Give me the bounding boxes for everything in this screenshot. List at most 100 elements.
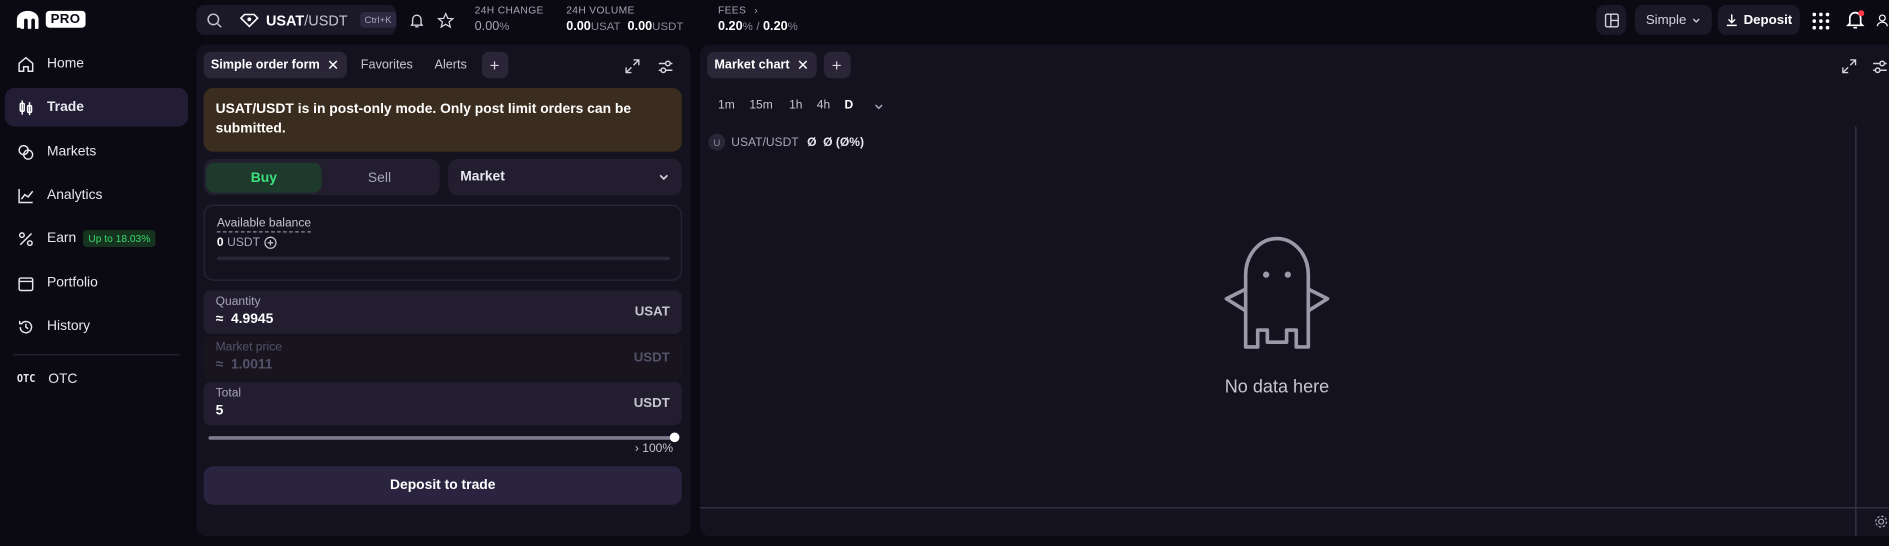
pair-name: USAT/USDT (265, 11, 348, 29)
timeframe-15m[interactable]: 15m (749, 99, 772, 112)
post-only-notice: USAT/USDT is in post-only mode. Only pos… (203, 87, 682, 152)
sell-button[interactable]: Sell (322, 163, 438, 193)
timeframe-1m[interactable]: 1m (718, 99, 735, 112)
stat-24h-volume: 24H VOLUME 0.00USAT 0.00USDT (566, 4, 683, 34)
deposit-label: Deposit (1743, 12, 1793, 28)
expand-panel-button[interactable] (622, 55, 644, 77)
tab-favorites[interactable]: Favorites (354, 52, 420, 79)
candles-icon (19, 99, 33, 115)
tab-market-chart[interactable]: Market chart ✕ (707, 51, 817, 79)
download-icon (1727, 14, 1738, 27)
quantity-field[interactable]: Quantity ≈ 4.9945 USAT (203, 290, 682, 334)
stat-value: 0.20% / 0.20% (718, 19, 798, 34)
expand-icon (625, 59, 640, 74)
empty-state-text: No data here (1224, 377, 1330, 398)
stat-value: 0.00USAT 0.00USDT (566, 19, 684, 34)
notifications-button[interactable] (1844, 8, 1866, 30)
timeframe-1h[interactable]: 1h (789, 99, 802, 112)
tab-simple-order-form[interactable]: Simple order form ✕ (203, 51, 347, 79)
apps-grid-button[interactable] (1809, 10, 1831, 32)
balance-unit: USDT (227, 236, 260, 250)
user-icon (1876, 14, 1888, 27)
chart-legend: U USAT/USDT Ø Ø (Ø%) (708, 133, 864, 151)
chart-axis-settings-button[interactable] (1873, 513, 1889, 530)
price-alert-bell-button[interactable] (406, 10, 428, 32)
chart-line-icon (18, 188, 34, 203)
sidebar-item-markets[interactable]: Markets (5, 133, 188, 172)
balance-amount: 0 (216, 236, 224, 250)
sidebar-item-label: Trade (46, 99, 84, 115)
otc-icon: OTC (16, 373, 36, 386)
mode-label: Simple (1645, 12, 1687, 28)
mode-select[interactable]: Simple (1634, 4, 1712, 35)
add-funds-icon[interactable] (264, 236, 277, 249)
sidebar-item-trade[interactable]: Trade (4, 87, 188, 127)
total-field[interactable]: Total 5 USDT (203, 381, 682, 426)
tab-alerts[interactable]: Alerts (427, 52, 474, 79)
plus-icon: + (489, 55, 500, 75)
chart-time-axis-line (699, 507, 1889, 509)
stat-fees[interactable]: FEES › 0.20% / 0.20% (718, 4, 798, 34)
close-icon[interactable]: ✕ (327, 57, 339, 74)
sidebar: PRO Home Trade Markets Analytics Earn Up… (0, 0, 195, 546)
pair-selector[interactable]: USAT/USDT Ctrl+K (196, 4, 397, 35)
sidebar-item-portfolio[interactable]: Portfolio (5, 264, 188, 303)
chart-price-axis-line (1855, 126, 1857, 537)
sidebar-item-earn[interactable]: Earn Up to 18.03% (5, 219, 188, 258)
panel-settings-button[interactable] (654, 55, 676, 77)
deposit-button[interactable]: Deposit (1717, 4, 1800, 35)
sidebar-item-analytics[interactable]: Analytics (5, 176, 188, 215)
field-unit: USAT (634, 304, 670, 320)
earn-apy-badge: Up to 18.03% (83, 230, 156, 247)
star-icon (437, 12, 455, 29)
expand-chart-button[interactable] (1838, 55, 1860, 77)
timeframe-4h[interactable]: 4h (817, 99, 830, 112)
close-icon[interactable]: ✕ (797, 57, 809, 74)
sliders-icon (658, 59, 672, 73)
legend-pair: USAT/USDT (731, 135, 799, 149)
field-unit: USDT (633, 350, 670, 366)
chart-panel-tabs: Market chart ✕ + (707, 51, 850, 79)
kraken-logo-icon (16, 10, 39, 29)
coins-icon (18, 144, 34, 160)
ghost-icon (1224, 236, 1330, 349)
order-panel-tabs: Simple order form ✕ Favorites Alerts + (203, 51, 508, 79)
chart-settings-button[interactable] (1871, 55, 1889, 77)
deposit-to-trade-button[interactable]: Deposit to trade (203, 466, 682, 505)
amount-slider-handle[interactable] (669, 432, 680, 443)
stat-value: 0.00% (474, 19, 510, 34)
history-icon (18, 320, 33, 333)
sidebar-item-otc[interactable]: OTC OTC (5, 360, 188, 399)
kraken-pro-logo[interactable]: PRO (14, 10, 86, 29)
sidebar-item-history[interactable]: History (5, 307, 188, 346)
total-value: 5 (215, 403, 224, 419)
order-type-select[interactable]: Market (448, 159, 682, 196)
account-button[interactable] (1876, 10, 1889, 32)
field-label: Quantity (215, 295, 261, 309)
slider-percent-label: 100% (642, 442, 674, 456)
percent-icon (18, 231, 33, 246)
sliders-icon (1873, 59, 1887, 73)
stat-label: 24H VOLUME (566, 3, 635, 16)
add-tab-button[interactable]: + (481, 51, 508, 79)
sidebar-item-home[interactable]: Home (5, 45, 188, 84)
timeframe-dropdown[interactable] (869, 96, 888, 115)
amount-slider-track[interactable] (208, 436, 675, 440)
available-balance-label[interactable]: Available balance (216, 217, 312, 233)
grid-icon (1811, 12, 1829, 29)
slider-percent: › 100% (635, 442, 673, 455)
sidebar-item-label: History (46, 319, 91, 334)
stat-24h-change: 24H CHANGE 0.00% (475, 4, 544, 34)
gear-icon (1875, 515, 1888, 528)
tab-label: Simple order form (210, 57, 320, 73)
timeframe-d[interactable]: D (844, 99, 853, 112)
buy-button[interactable]: Buy (206, 162, 322, 193)
balance-progress-bar (216, 256, 670, 261)
favorite-star-button[interactable] (435, 10, 457, 32)
layout-button[interactable] (1596, 4, 1627, 35)
legend-values: Ø Ø (Ø%) (807, 135, 864, 149)
sidebar-item-label: Portfolio (46, 275, 98, 291)
add-tab-button[interactable]: + (823, 51, 850, 79)
field-label: Market price (215, 340, 282, 355)
market-price-value: ≈ 1.0011 (215, 357, 273, 373)
